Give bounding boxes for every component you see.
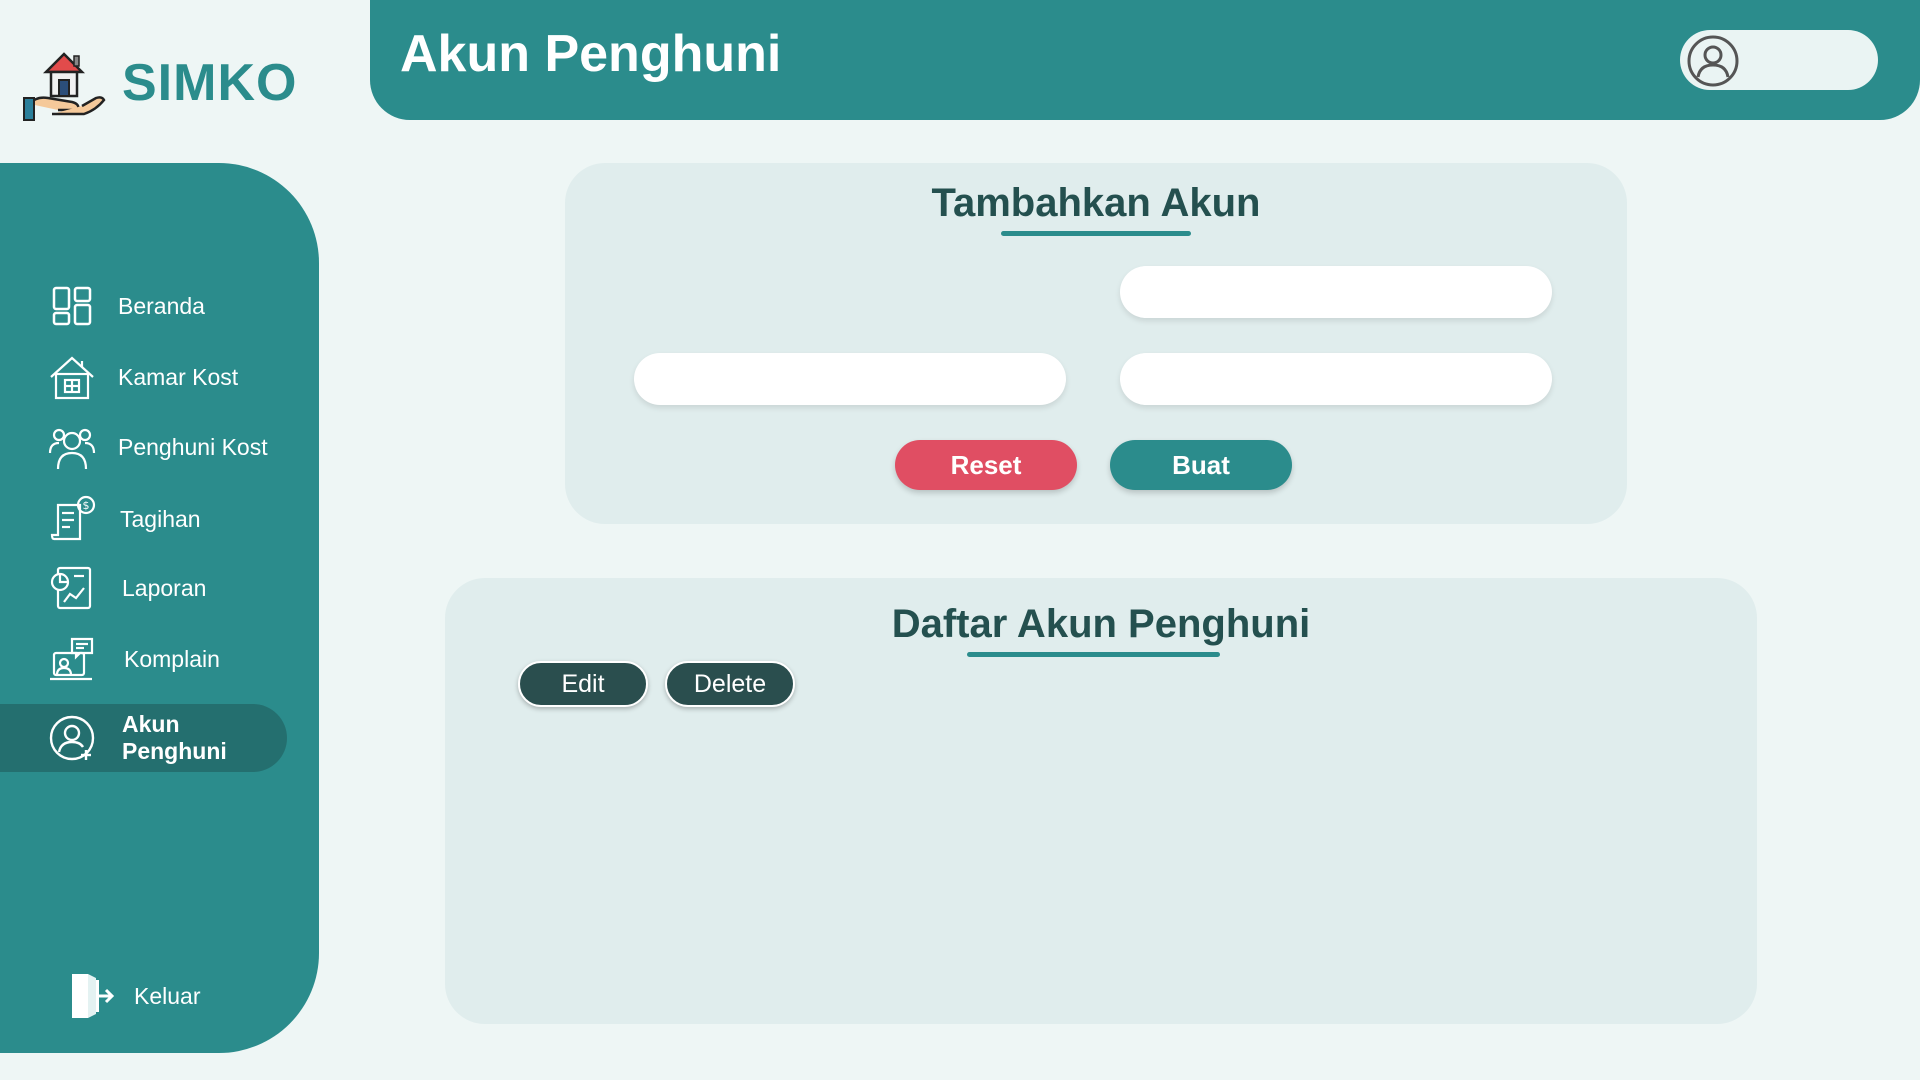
delete-button[interactable]: Delete bbox=[665, 661, 795, 707]
sidebar-item-penghuni-kost[interactable]: Penghuni Kost bbox=[0, 413, 287, 481]
add-account-card: Tambahkan Akun Reset Buat bbox=[565, 163, 1627, 524]
title-underline bbox=[1001, 231, 1191, 236]
sidebar-item-label: Kamar Kost bbox=[118, 363, 239, 390]
account-field-2[interactable] bbox=[634, 353, 1066, 405]
people-icon bbox=[48, 428, 96, 470]
report-icon bbox=[50, 566, 92, 610]
sidebar-item-label: Penghuni Kost bbox=[118, 433, 268, 460]
sidebar-item-tagihan[interactable]: $ Tagihan bbox=[0, 485, 287, 553]
user-avatar-icon bbox=[1687, 35, 1739, 87]
edit-button[interactable]: Edit bbox=[518, 661, 648, 707]
logout-door-icon bbox=[72, 974, 114, 1018]
sidebar-item-label: Laporan bbox=[122, 574, 207, 601]
dashboard-icon bbox=[52, 286, 92, 326]
sidebar-item-label: Tagihan bbox=[120, 505, 201, 532]
sidebar-item-label: Komplain bbox=[124, 645, 220, 672]
user-add-icon bbox=[49, 715, 95, 761]
title-underline bbox=[967, 652, 1220, 657]
account-field-1[interactable] bbox=[1120, 266, 1552, 318]
app-name: SIMKO bbox=[122, 54, 298, 112]
page-title: Akun Penghuni bbox=[400, 25, 782, 83]
user-menu[interactable] bbox=[1680, 30, 1878, 90]
sidebar-item-komplain[interactable]: Komplain bbox=[0, 625, 287, 693]
svg-text:$: $ bbox=[83, 499, 90, 512]
top-header: Akun Penghuni bbox=[370, 0, 1920, 120]
create-button[interactable]: Buat bbox=[1110, 440, 1292, 490]
sidebar-item-akun-penghuni[interactable]: Akun Penghuni bbox=[0, 704, 287, 772]
form-title: Tambahkan Akun bbox=[931, 181, 1261, 225]
logout-label: Keluar bbox=[134, 982, 201, 1009]
account-list-card: Daftar Akun Penghuni Edit Delete bbox=[445, 578, 1757, 1024]
sidebar-item-label: Akun Penghuni bbox=[122, 711, 227, 764]
sidebar-item-laporan[interactable]: Laporan bbox=[0, 554, 287, 622]
logout-button[interactable]: Keluar bbox=[0, 962, 287, 1030]
house-icon bbox=[50, 356, 94, 400]
sidebar-item-label: Beranda bbox=[118, 292, 205, 319]
app-logo: SIMKO bbox=[22, 44, 297, 122]
bill-icon: $ bbox=[50, 495, 96, 541]
list-title: Daftar Akun Penghuni bbox=[891, 602, 1311, 646]
account-field-3[interactable] bbox=[1120, 353, 1552, 405]
sidebar-item-kamar-kost[interactable]: Kamar Kost bbox=[0, 343, 287, 411]
house-hand-icon bbox=[23, 52, 106, 121]
sidebar: Beranda Kamar Kost Penghuni Kost $ Tagih… bbox=[0, 163, 319, 1053]
reset-button[interactable]: Reset bbox=[895, 440, 1077, 490]
sidebar-item-beranda[interactable]: Beranda bbox=[0, 272, 287, 340]
complaint-icon bbox=[50, 637, 94, 681]
